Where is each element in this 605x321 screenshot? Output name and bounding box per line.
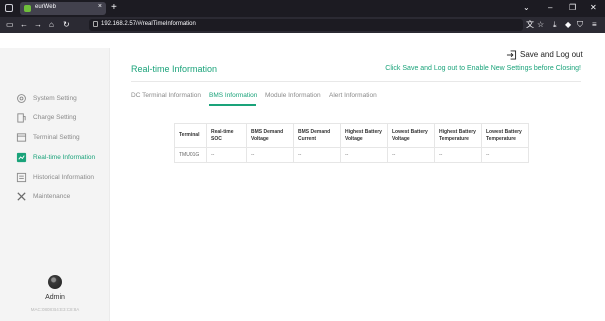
tools-icon bbox=[17, 192, 26, 201]
column-header: Lowest Battery Voltage bbox=[387, 123, 435, 148]
avatar[interactable] bbox=[48, 275, 62, 289]
mac-address: MAC:0808:B4:E3:C8:8A bbox=[30, 307, 80, 312]
table-cell: -- bbox=[387, 147, 435, 163]
sidebar-item-label: System Setting bbox=[33, 95, 77, 102]
sidebar-item-label: Charge Setting bbox=[33, 114, 77, 121]
sidebar-toggle-icon[interactable]: ▭ bbox=[6, 19, 14, 31]
close-tab-icon[interactable]: × bbox=[98, 3, 102, 10]
close-window-button[interactable]: ✕ bbox=[590, 2, 597, 14]
table-cell: -- bbox=[434, 147, 482, 163]
back-button[interactable]: ← bbox=[20, 19, 28, 31]
table-cell: -- bbox=[246, 147, 294, 163]
sidebar-item-charge-setting[interactable]: Charge Setting bbox=[16, 112, 108, 124]
sidebar-item-label: Real-time Information bbox=[33, 154, 96, 161]
browser-toolbar: ▭ ← → ⌂ ↻ 192.168.2.57/#/realTimeInforma… bbox=[0, 17, 605, 33]
url-text: 192.168.2.57/#/realTimeInformation bbox=[101, 21, 196, 27]
browser-tab-bar: eurWeb × + ⌄ – ❐ ✕ bbox=[0, 0, 605, 17]
download-icon[interactable]: ⤓ bbox=[553, 19, 557, 31]
menu-icon[interactable]: ≡ bbox=[592, 19, 597, 31]
sidebar: System Setting Charge Setting Terminal S… bbox=[0, 48, 110, 321]
sidebar-item-historical-information[interactable]: Historical Information bbox=[16, 172, 108, 184]
sidebar-item-real-time-information[interactable]: Real-time Information bbox=[16, 152, 108, 164]
column-header: BMS Demand Current bbox=[293, 123, 341, 148]
admin-name: Admin bbox=[45, 294, 65, 301]
gear-icon bbox=[17, 94, 26, 103]
tab-alert-information[interactable]: Alert Information bbox=[329, 92, 377, 99]
charge-icon bbox=[17, 113, 26, 123]
sidebar-item-label: Terminal Setting bbox=[33, 134, 80, 141]
bms-table: Terminal Real-time SOC BMS Demand Voltag… bbox=[174, 123, 529, 163]
maximize-button[interactable]: ❐ bbox=[569, 2, 576, 14]
column-header: BMS Demand Voltage bbox=[246, 123, 294, 148]
sidebar-item-system-setting[interactable]: System Setting bbox=[16, 93, 108, 105]
translate-icon[interactable]: 文 bbox=[526, 19, 534, 31]
home-button[interactable]: ⌂ bbox=[49, 19, 54, 31]
sidebar-item-terminal-setting[interactable]: Terminal Setting bbox=[16, 132, 108, 144]
forward-button[interactable]: → bbox=[34, 19, 42, 31]
page-title: Real-time Information bbox=[131, 64, 218, 74]
bookmark-star-icon[interactable]: ☆ bbox=[537, 19, 544, 31]
column-header: Highest Battery Voltage bbox=[340, 123, 388, 148]
column-header: Terminal bbox=[174, 123, 207, 148]
table-cell: -- bbox=[481, 147, 529, 163]
lock-icon bbox=[93, 21, 98, 27]
favicon-icon bbox=[24, 5, 31, 12]
sidebar-item-maintenance[interactable]: Maintenance bbox=[16, 191, 108, 203]
column-header: Lowest Battery Temperature bbox=[481, 123, 529, 148]
table-header-row: Terminal Real-time SOC BMS Demand Voltag… bbox=[174, 123, 529, 148]
sidebar-item-label: Maintenance bbox=[33, 193, 71, 200]
logout-icon bbox=[506, 50, 517, 60]
address-bar[interactable]: 192.168.2.57/#/realTimeInformation bbox=[89, 19, 523, 31]
reload-button[interactable]: ↻ bbox=[63, 19, 70, 31]
tab-overflow-icon[interactable]: ⌄ bbox=[523, 2, 530, 14]
table-cell: -- bbox=[340, 147, 388, 163]
sidebar-item-label: Historical Information bbox=[33, 174, 95, 181]
minimize-button[interactable]: – bbox=[548, 2, 552, 14]
extension-icon[interactable]: ◆ bbox=[565, 19, 571, 31]
column-header: Real-time SOC bbox=[206, 123, 247, 148]
table-cell: TMU01G bbox=[174, 147, 207, 163]
history-icon bbox=[16, 172, 27, 183]
save-notice: Click Save and Log out to Enable New Set… bbox=[385, 65, 581, 72]
info-tabs: DC Terminal Information BMS Information … bbox=[131, 92, 581, 106]
tab-dc-terminal-information[interactable]: DC Terminal Information bbox=[131, 92, 201, 99]
shield-icon[interactable]: ⛉ bbox=[577, 19, 583, 31]
browser-tab[interactable]: eurWeb × bbox=[20, 2, 106, 15]
table-cell: -- bbox=[206, 147, 247, 163]
terminal-icon bbox=[16, 133, 27, 142]
column-header: Highest Battery Temperature bbox=[434, 123, 482, 148]
new-tab-button[interactable]: + bbox=[111, 2, 117, 14]
tab-bms-information[interactable]: BMS Information bbox=[209, 92, 257, 99]
save-and-logout-label: Save and Log out bbox=[520, 50, 583, 59]
active-tab-indicator bbox=[209, 104, 256, 106]
tab-list-icon[interactable] bbox=[5, 4, 13, 12]
tab-title: eurWeb bbox=[35, 4, 56, 10]
table-cell: -- bbox=[293, 147, 341, 163]
chart-icon bbox=[16, 152, 27, 163]
divider bbox=[131, 81, 581, 82]
tab-module-information[interactable]: Module Information bbox=[265, 92, 321, 99]
table-row: TMU01G -- -- -- -- -- -- -- bbox=[174, 147, 529, 163]
